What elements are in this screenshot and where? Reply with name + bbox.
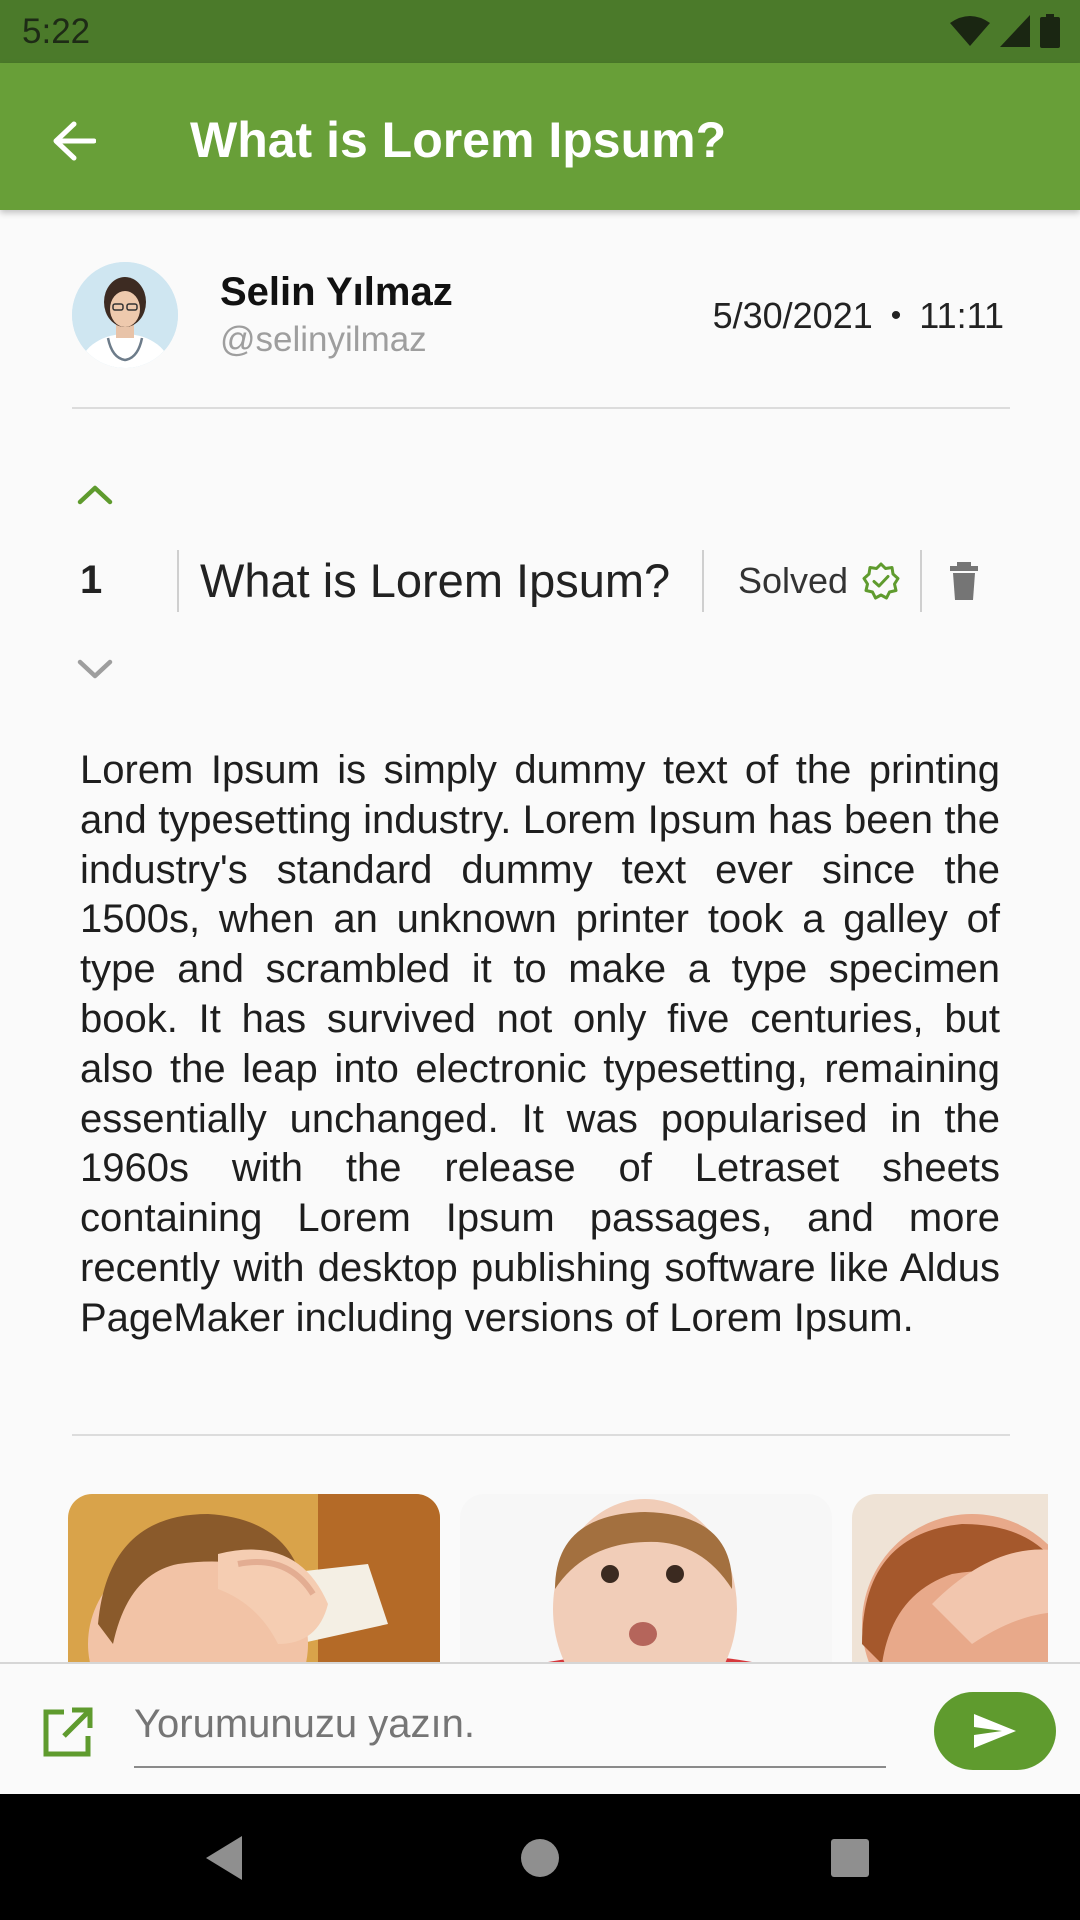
comment-input[interactable] [134,1692,886,1768]
post-date: 5/30/2021 [712,295,873,336]
triangle-back-icon [206,1836,242,1880]
divider [177,550,179,612]
gallery-image[interactable] [460,1494,832,1662]
divider [72,1434,1010,1436]
back-button[interactable] [36,103,112,179]
comment-bar [0,1662,1080,1794]
send-icon [974,1714,1016,1748]
circle-home-icon [521,1839,559,1877]
square-recents-icon [831,1839,869,1877]
downvote-button[interactable] [72,650,118,690]
author-header: Selin Yılmaz @selinyilmaz 5/30/2021 • 11… [72,262,1010,368]
open-in-new-icon [43,1707,93,1757]
nav-recents-button[interactable] [822,1830,878,1886]
question-body: Lorem Ipsum is simply dummy text of the … [80,748,1000,1340]
divider [702,550,704,612]
meta-separator: • [890,299,902,332]
avatar-image [72,262,178,368]
upvote-button[interactable] [72,474,118,514]
system-nav-bar [0,1794,1080,1920]
question-title: What is Lorem Ipsum? [200,554,671,607]
nav-home-button[interactable] [512,1830,568,1886]
page-title: What is Lorem Ipsum? [190,112,727,168]
image-gallery[interactable] [68,1494,1048,1662]
send-button[interactable] [934,1692,1056,1770]
divider [72,407,1010,409]
child-photo [460,1494,832,1662]
status-label: Solved [738,560,849,601]
vote-count: 1 [80,558,103,602]
signal-icon [1000,15,1030,47]
avatar[interactable] [72,262,178,368]
status-icons [950,14,1060,48]
arrow-back-icon [53,121,96,161]
verified-badge-icon [862,562,900,600]
author-handle: @selinyilmaz [220,320,427,359]
battery-icon [1040,14,1060,48]
gallery-image[interactable] [852,1494,1048,1662]
post-time: 11:11 [919,295,1004,336]
delete-button[interactable] [944,560,984,604]
attach-button[interactable] [40,1706,94,1760]
trash-icon [950,562,978,600]
app-bar: What is Lorem Ipsum? [0,63,1080,210]
chevron-up-icon [77,485,113,505]
author-name[interactable]: Selin Yılmaz [220,270,453,315]
nav-back-button[interactable] [196,1830,252,1886]
child-photo [68,1494,440,1662]
post-timestamp: 5/30/2021 • 11:11 [713,295,1004,337]
divider [920,550,922,612]
status-time: 5:22 [22,12,91,51]
chevron-down-icon [77,659,113,679]
child-photo [852,1494,1048,1662]
status-bar: 5:22 [0,0,1080,63]
wifi-icon [950,16,990,46]
gallery-image[interactable] [68,1494,440,1662]
